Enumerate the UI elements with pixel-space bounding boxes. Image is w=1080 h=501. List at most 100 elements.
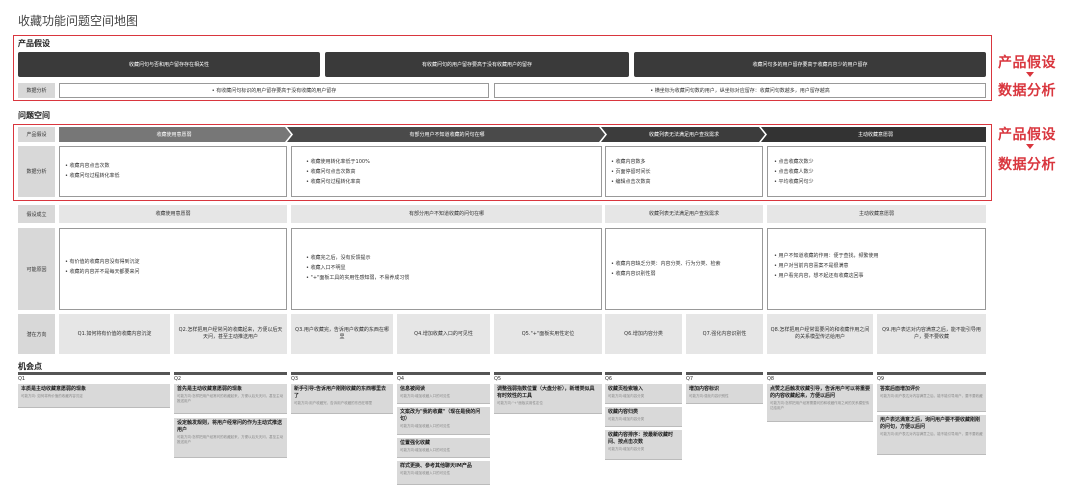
op-card-sub: 可能方向:怎样把用户经常问的收藏起来，方便以后天天问，甚至主动推送用户 xyxy=(177,435,284,444)
opportunities-label: 机会点 xyxy=(18,362,42,371)
problem-header-2: 有部分用户不知道收藏的问句在哪 xyxy=(409,132,485,138)
side-analysis-label-2: 数据分析 xyxy=(998,157,1056,173)
op-card-title: 样式更换、参考其他聊天IM产品 xyxy=(400,463,472,469)
op-card-title: 位置强化收藏 xyxy=(400,440,431,446)
analysis-box-4: • 点击收藏次数少 • 点击收藏人数少 • 平均收藏问句少 xyxy=(767,146,986,197)
op-header-q3: Q3 xyxy=(291,372,393,382)
op-header-q8: Q8 xyxy=(767,372,873,382)
op-card: 收藏内容排序：按最新收藏时间、按点击次数 可能方向:增加内容分类 xyxy=(605,430,682,460)
hypothesis-bar-3: 收藏问句多的用户留存要高于收藏内容少的用户留存 xyxy=(634,52,986,77)
op-card-title: 调整强弱指数位置（大盘分析），新增类似具有时效性的工具 xyxy=(497,386,595,399)
op-card-sub: 可能方向:增加收藏入口的可见性 xyxy=(400,394,451,398)
row-label-reasons: 可能原因 xyxy=(18,228,55,310)
op-card-sub: 可能方向:用户表达对内容满意之后，能不能引导用户，要不要收藏 xyxy=(880,394,983,398)
hypothesis-bar-2: 有收藏问句的用户留存要高于没有收藏用户的留存 xyxy=(325,52,629,77)
op-card: 首先是主动收藏意愿弱的现象 可能方向:怎样把用户经常问的收藏起来，方便以后天天问… xyxy=(174,384,287,414)
op-card: 用户表达满意之后，询问用户要不要收藏刚刚的问句，方便以后问 可能方向:用户表达对… xyxy=(877,415,986,455)
op-card: 答案后面增加评价 可能方向:用户表达对内容满意之后，能不能引导用户，要不要收藏 xyxy=(877,384,986,412)
problem-space-label: 问题空间 xyxy=(18,111,50,120)
direction-q3: Q3.用户收藏完，告诉用户收藏的东西在哪里 xyxy=(291,314,393,354)
reasons-box-4: • 用户不知道收藏的作用：便于查找，频繁使用 • 用户对当前内容喜案不是很满意 … xyxy=(767,228,986,310)
row-label-valid: 假设成立 xyxy=(18,205,55,223)
op-card-sub: 可能方向:用户收藏完，告诉用户收藏的东西在哪里 xyxy=(294,401,373,405)
op-card-sub: 可能方向:增加内容分类 xyxy=(608,394,645,398)
analysis-box-1: • 收藏内容点击次数 • 收藏问句过程转化率低 xyxy=(59,146,287,197)
op-card-title: 增加内容标识 xyxy=(689,386,720,392)
op-card-title: 收藏内容归类 xyxy=(608,409,639,415)
op-card: 调整强弱指数位置（大盘分析），新增类似具有时效性的工具 可能方向:"+"面板实用… xyxy=(494,384,602,414)
op-card-title: 信息被阅读 xyxy=(400,386,426,392)
side-analysis-label-1: 数据分析 xyxy=(998,83,1056,99)
row-label-directions: 潜在方向 xyxy=(18,314,55,354)
op-card: 设定触发规则，将用户经常问的作为主动式推送用户 可能方向:怎样把用户经常问的收藏… xyxy=(174,418,287,458)
reason-bullet: • 收藏入口不明显 xyxy=(306,265,346,271)
op-card-sub: 可能方向:增加内容分类 xyxy=(608,417,645,421)
reason-bullet: • 用户看完内容，想不起还有收藏这回事 xyxy=(774,273,864,279)
op-card: 点赞之后触发收藏引导，告诉用户可以将重要的内容收藏起来，方便以后问 可能方向:怎… xyxy=(767,384,873,422)
op-card-sub: 可能方向:增加收藏入口的可见性 xyxy=(400,448,451,452)
op-card-title: 点赞之后触发收藏引导，告诉用户可以将重要的内容收藏起来，方便以后问 xyxy=(770,386,871,399)
direction-q1: Q1.如何将有价值的收藏内容沉淀 xyxy=(59,314,170,354)
down-arrow-icon xyxy=(1026,72,1034,77)
direction-q6: Q6.增加内容分类 xyxy=(605,314,682,354)
analysis-bullet: • 点击收藏次数少 xyxy=(774,159,814,165)
op-card: 收藏页检索输入 可能方向:增加内容分类 xyxy=(605,384,682,404)
direction-q4: Q4.增加收藏入口的可见性 xyxy=(397,314,490,354)
op-card-sub: 可能方向:怎样把用户经常需要问的和收藏作用之间的关系模型传达给用户 xyxy=(770,401,870,410)
reason-bullet: • 有价值的收藏内容没有得到沉淀 xyxy=(65,259,140,265)
op-card-sub: 可能方向:用户表达对内容满意之后，能不能引导用户，要不要收藏 xyxy=(880,432,983,436)
problem-header-4: 主动收藏意愿弱 xyxy=(857,132,893,138)
reasons-box-1: • 有价值的收藏内容没有得到沉淀 • 收藏的内容并不是每天都要来问 xyxy=(59,228,287,310)
reason-bullet: • 收藏内容识别性弱 xyxy=(611,271,656,277)
reason-bullet: • 用户对当前内容喜案不是很满意 xyxy=(774,263,849,269)
op-card-sub: 可能方向:怎样把用户经常问的收藏起来，方便以后天天问，甚至主动推送用户 xyxy=(177,394,284,403)
op-card-sub: 可能方向:增加内容分类 xyxy=(608,447,645,451)
down-arrow-icon xyxy=(1026,144,1034,149)
op-card: 信息被阅读 可能方向:增加收藏入口的可见性 xyxy=(397,384,490,404)
reason-bullet: • "+"面板工具的实用性感知弱，不易养成习惯 xyxy=(306,275,410,281)
op-card-sub: 可能方向:强化内容识别性 xyxy=(689,394,729,398)
problem-header-1: 收藏使用意愿弱 xyxy=(156,132,192,138)
analysis-bullet: • 页面停留时间长 xyxy=(611,169,651,175)
hypothesis-bar-1: 收藏问句与否和用户留存存在相关性 xyxy=(18,52,320,77)
op-card-title: 文案改为"我的收藏"（现在是我的问句） xyxy=(400,409,481,422)
direction-q8: Q8.怎样把用户经常需要问的和收藏作用之间的关系模型传达给用户 xyxy=(767,314,873,354)
reason-bullet: • 收藏完之后，没有反馈提示 xyxy=(306,255,371,261)
analysis-bullet: • 编辑点击次数高 xyxy=(611,179,651,185)
direction-q5: Q5."+"面板实用性定位 xyxy=(494,314,602,354)
side-hypothesis-label-2: 产品假设 xyxy=(998,127,1056,143)
op-card-title: 收藏内容排序：按最新收藏时间、按点击次数 xyxy=(608,432,674,445)
analysis-bullet: • 收藏问句过程转化率高 xyxy=(306,179,361,185)
op-card-title: 本质是主动收藏意愿弱的现象 xyxy=(21,386,87,392)
op-card-sub: 可能方向:"+"面板实用性定位 xyxy=(497,401,543,405)
valid-cell-1: 收藏使用意愿弱 xyxy=(59,205,287,223)
op-card-title: 设定触发规则，将用户经常问的作为主动式推送用户 xyxy=(177,420,283,433)
analysis-bullet: • 收藏问句点击次数高 xyxy=(306,169,356,175)
row-label-hypothesis: 产品假设 xyxy=(18,127,55,142)
valid-cell-2: 有部分用户不知道收藏的问句在哪 xyxy=(291,205,602,223)
analysis-item-1: • 有收藏问句标识的用户留存要高于没有收藏的用户留存 xyxy=(59,83,489,98)
op-card: 位置强化收藏 可能方向:增加收藏入口的可见性 xyxy=(397,438,490,458)
reason-bullet: • 收藏的内容并不是每天都要来问 xyxy=(65,269,140,275)
op-card-title: 新手引导:告诉用户刚刚收藏的东西哪里去了 xyxy=(294,386,387,399)
op-header-q5: Q5 xyxy=(494,372,602,382)
direction-q9: Q9.用户表达对内容满意之后，能不能引导用户，要不要收藏 xyxy=(877,314,986,354)
reasons-box-3: • 收藏内容缺乏分类：内容分类、行为分类、检索 • 收藏内容识别性弱 xyxy=(605,228,763,310)
analysis-bullet: • 收藏使用转化率低于100% xyxy=(306,159,370,165)
analysis-box-3: • 收藏内容数多 • 页面停留时间长 • 编辑点击次数高 xyxy=(605,146,763,197)
side-hypothesis-label-1: 产品假设 xyxy=(998,55,1056,71)
direction-q2: Q2.怎样把用户经常问的收藏起来，方便以后天天问，甚至主动推送用户 xyxy=(174,314,287,354)
op-card-sub: 可能方向:增加收藏入口的可见性 xyxy=(400,424,451,428)
op-card-title: 首先是主动收藏意愿弱的现象 xyxy=(177,386,243,392)
op-card: 新手引导:告诉用户刚刚收藏的东西哪里去了 可能方向:用户收藏完，告诉用户收藏的东… xyxy=(291,384,393,414)
op-card: 文案改为"我的收藏"（现在是我的问句） 可能方向:增加收藏入口的可见性 xyxy=(397,407,490,435)
analysis-bullet: • 收藏内容数多 xyxy=(611,159,646,165)
op-header-q4: Q4 xyxy=(397,372,490,382)
valid-cell-4: 主动收藏意愿弱 xyxy=(767,205,986,223)
op-card: 本质是主动收藏意愿弱的现象 可能方向: 如何将有价值的收藏内容沉淀 xyxy=(18,384,170,408)
valid-cell-3: 收藏列表无法满足用户查找需求 xyxy=(605,205,763,223)
direction-q7: Q7.强化内容识别性 xyxy=(686,314,763,354)
analysis-row-label: 数据分析 xyxy=(18,83,55,98)
analysis-item-2: • 横坐标为收藏问句数的用户，纵坐标对应留存：收藏问句数越多，用户留存越高 xyxy=(494,83,986,98)
op-card-title: 用户表达满意之后，询问用户要不要收藏刚刚的问句，方便以后问 xyxy=(880,417,981,430)
